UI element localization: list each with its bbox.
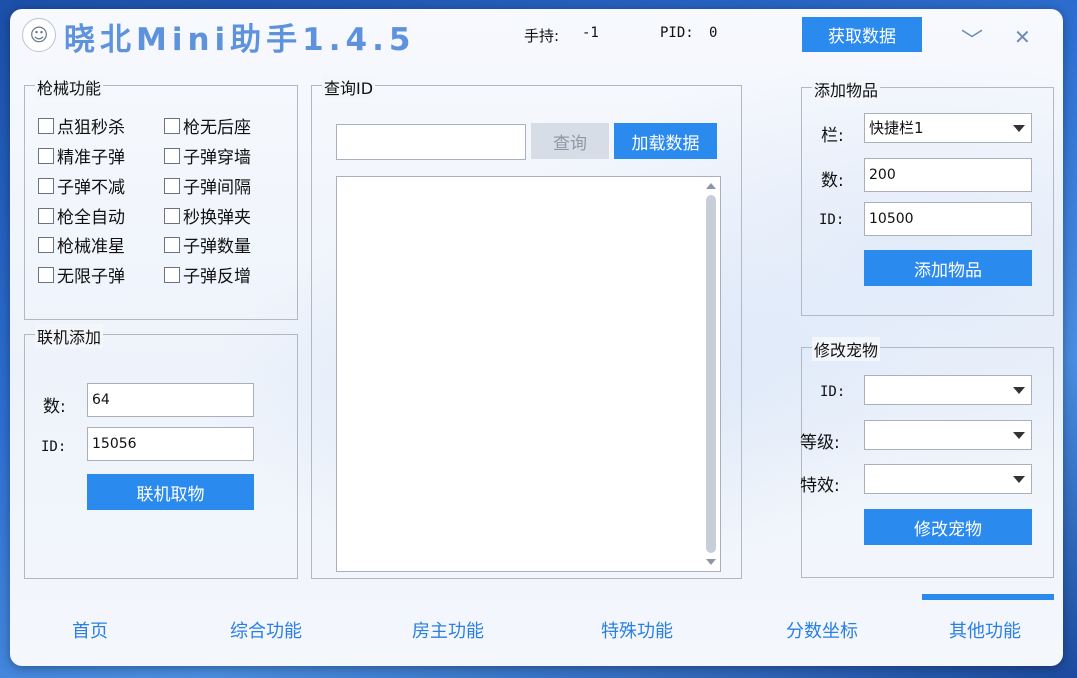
checkbox-box[interactable] — [38, 207, 54, 224]
fetch-data-button[interactable]: 获取数据 — [802, 17, 922, 52]
query-input[interactable] — [336, 124, 526, 160]
checkbox-unlimited-bullets[interactable]: 无限子弹 — [38, 262, 125, 287]
slot-label: 栏: — [821, 126, 844, 146]
checkbox-full-auto[interactable]: 枪全自动 — [38, 203, 125, 228]
hold-value: -1 — [582, 25, 599, 41]
modify-pet-title: 修改宠物 — [812, 337, 881, 361]
modify-pet-button[interactable]: 修改宠物 — [864, 509, 1032, 545]
online-add-title: 联机添加 — [35, 324, 104, 348]
close-icon[interactable]: ✕ — [1014, 25, 1031, 49]
checkbox-box[interactable] — [38, 177, 54, 194]
online-count-label: 数: — [43, 397, 66, 417]
item-count-label: 数: — [821, 171, 844, 191]
query-id-group: 查询ID 查询 加载数据 — [311, 75, 742, 579]
pid-value: 0 — [709, 25, 718, 41]
load-data-button[interactable]: 加载数据 — [614, 123, 717, 159]
nav-active-indicator — [922, 594, 1054, 600]
list-scrollbar[interactable] — [704, 181, 718, 567]
gun-functions-group: 枪械功能 点狙秒杀 精准子弹 子弹不减 枪全自动 枪械准星 无限子弹 枪无后座 … — [24, 75, 298, 320]
hold-label: 手持: — [524, 27, 560, 45]
checkbox-precise-bullet[interactable]: 精准子弹 — [38, 143, 125, 168]
checkbox-wall-penetration[interactable]: 子弹穿墙 — [164, 143, 251, 168]
chevron-down-icon[interactable] — [1013, 387, 1025, 394]
checkbox-box[interactable] — [38, 147, 54, 164]
scroll-thumb[interactable] — [706, 195, 716, 553]
item-count-field[interactable]: 200 — [864, 158, 1032, 192]
chevron-down-icon[interactable] — [1013, 125, 1025, 132]
pet-effect-label: 特效: — [800, 476, 840, 496]
pet-id-label: ID: — [820, 384, 846, 400]
online-id-field[interactable]: 15056 — [87, 427, 254, 461]
checkbox-infinite-ammo-count[interactable]: 子弹不减 — [38, 173, 125, 198]
pet-effect-select[interactable] — [864, 464, 1032, 494]
checkbox-no-recoil[interactable]: 枪无后座 — [164, 113, 251, 138]
nav-host[interactable]: 房主功能 — [412, 617, 484, 643]
title-bar[interactable]: ☺ 晓北Mini助手1.4.5 手持: -1 PID: 0 获取数据 ﹀ ✕ — [10, 9, 1063, 63]
online-id-label: ID: — [41, 439, 67, 455]
checkbox-box[interactable] — [38, 117, 54, 134]
checkbox-box[interactable] — [164, 117, 180, 134]
pid-label: PID: — [660, 25, 694, 41]
online-add-group: 联机添加 数: 64 ID: 15056 联机取物 — [24, 324, 298, 579]
add-item-title: 添加物品 — [812, 77, 881, 101]
checkbox-box[interactable] — [164, 266, 180, 283]
query-result-list[interactable] — [336, 176, 721, 572]
checkbox-box[interactable] — [164, 236, 180, 253]
checkbox-box[interactable] — [164, 207, 180, 224]
pet-level-label: 等级: — [800, 433, 840, 453]
checkbox-crosshair[interactable]: 枪械准星 — [38, 232, 125, 257]
add-item-button[interactable]: 添加物品 — [864, 250, 1032, 286]
online-count-field[interactable]: 64 — [87, 383, 254, 417]
checkbox-box[interactable] — [164, 177, 180, 194]
scroll-up-icon[interactable] — [706, 183, 716, 189]
app-window: ☺ 晓北Mini助手1.4.5 手持: -1 PID: 0 获取数据 ﹀ ✕ 枪… — [10, 9, 1063, 666]
scroll-down-icon[interactable] — [706, 559, 716, 565]
slot-select[interactable]: 快捷栏1 — [864, 113, 1032, 143]
query-button[interactable]: 查询 — [531, 123, 609, 159]
nav-special[interactable]: 特殊功能 — [601, 617, 673, 643]
avatar-icon: ☺ — [22, 18, 56, 52]
item-id-field[interactable]: 10500 — [864, 202, 1032, 236]
nav-score-coords[interactable]: 分数坐标 — [786, 617, 858, 643]
minimize-icon[interactable]: ﹀ — [961, 23, 983, 55]
checkbox-instant-reload[interactable]: 秒换弹夹 — [164, 203, 251, 228]
checkbox-bullet-increase[interactable]: 子弹反增 — [164, 262, 251, 287]
nav-home[interactable]: 首页 — [72, 617, 108, 643]
pet-level-select[interactable] — [864, 420, 1032, 450]
checkbox-bullet-count[interactable]: 子弹数量 — [164, 232, 251, 257]
checkbox-snipe-kill[interactable]: 点狙秒杀 — [38, 113, 125, 138]
nav-other[interactable]: 其他功能 — [949, 617, 1021, 643]
checkbox-box[interactable] — [38, 236, 54, 253]
online-take-button[interactable]: 联机取物 — [87, 474, 254, 510]
query-id-title: 查询ID — [322, 75, 376, 99]
item-id-label: ID: — [819, 212, 845, 228]
checkbox-bullet-interval[interactable]: 子弹间隔 — [164, 173, 251, 198]
add-item-group: 添加物品 栏: 快捷栏1 数: 200 ID: 10500 添加物品 — [801, 77, 1054, 316]
checkbox-box[interactable] — [38, 266, 54, 283]
pet-id-select[interactable] — [864, 375, 1032, 405]
gun-functions-title: 枪械功能 — [35, 75, 104, 99]
checkbox-box[interactable] — [164, 147, 180, 164]
nav-general[interactable]: 综合功能 — [230, 617, 302, 643]
chevron-down-icon[interactable] — [1013, 476, 1025, 483]
app-title: 晓北Mini助手1.4.5 — [64, 22, 416, 58]
chevron-down-icon[interactable] — [1013, 432, 1025, 439]
modify-pet-group: 修改宠物 ID: 等级: 特效: 修改宠物 — [800, 337, 1054, 578]
